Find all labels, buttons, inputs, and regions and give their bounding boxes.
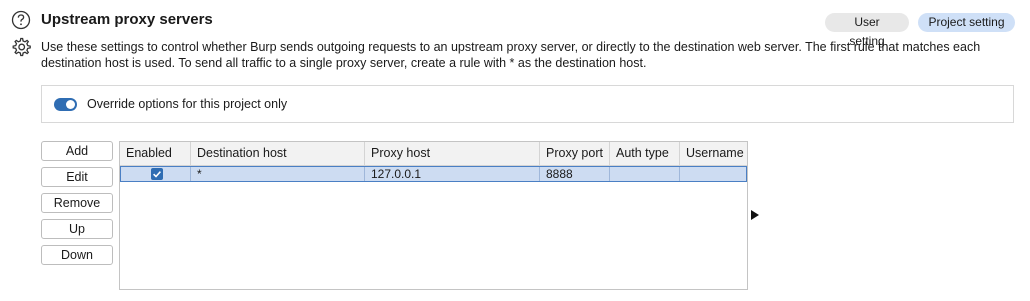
column-header-proxy-port[interactable]: Proxy port	[540, 142, 610, 165]
up-button[interactable]: Up	[41, 219, 113, 239]
column-header-username[interactable]: Username	[680, 142, 747, 165]
project-setting-button[interactable]: Project setting	[918, 13, 1015, 32]
checkmark-icon	[153, 171, 161, 178]
cell-enabled	[121, 167, 191, 181]
page-title: Upstream proxy servers	[41, 11, 213, 28]
column-header-destination-host[interactable]: Destination host	[191, 142, 365, 165]
table-header: Enabled Destination host Proxy host Prox…	[120, 142, 747, 166]
section-description: Use these settings to control whether Bu…	[41, 40, 981, 70]
cell-destination-host: *	[191, 167, 365, 181]
override-toggle[interactable]	[54, 98, 77, 111]
override-label: Override options for this project only	[87, 97, 288, 111]
help-icon[interactable]	[11, 10, 31, 30]
column-header-proxy-host[interactable]: Proxy host	[365, 142, 540, 165]
remove-button[interactable]: Remove	[41, 193, 113, 213]
cell-auth-type	[610, 167, 680, 181]
table-row[interactable]: * 127.0.0.1 8888	[120, 166, 747, 182]
toggle-knob	[66, 100, 75, 109]
proxy-rules-table[interactable]: Enabled Destination host Proxy host Prox…	[119, 141, 748, 290]
override-panel: Override options for this project only	[41, 85, 1014, 123]
cell-username	[680, 167, 746, 181]
cell-proxy-host: 127.0.0.1	[365, 167, 540, 181]
enabled-checkbox[interactable]	[151, 168, 163, 180]
edit-button[interactable]: Edit	[41, 167, 113, 187]
arrow-right-icon[interactable]	[751, 210, 759, 220]
cell-proxy-port: 8888	[540, 167, 610, 181]
user-setting-button[interactable]: User setting	[825, 13, 909, 48]
down-button[interactable]: Down	[41, 245, 113, 265]
column-header-enabled[interactable]: Enabled	[120, 142, 191, 165]
add-button[interactable]: Add	[41, 141, 113, 161]
column-header-auth-type[interactable]: Auth type	[610, 142, 680, 165]
gear-icon[interactable]	[10, 36, 32, 58]
